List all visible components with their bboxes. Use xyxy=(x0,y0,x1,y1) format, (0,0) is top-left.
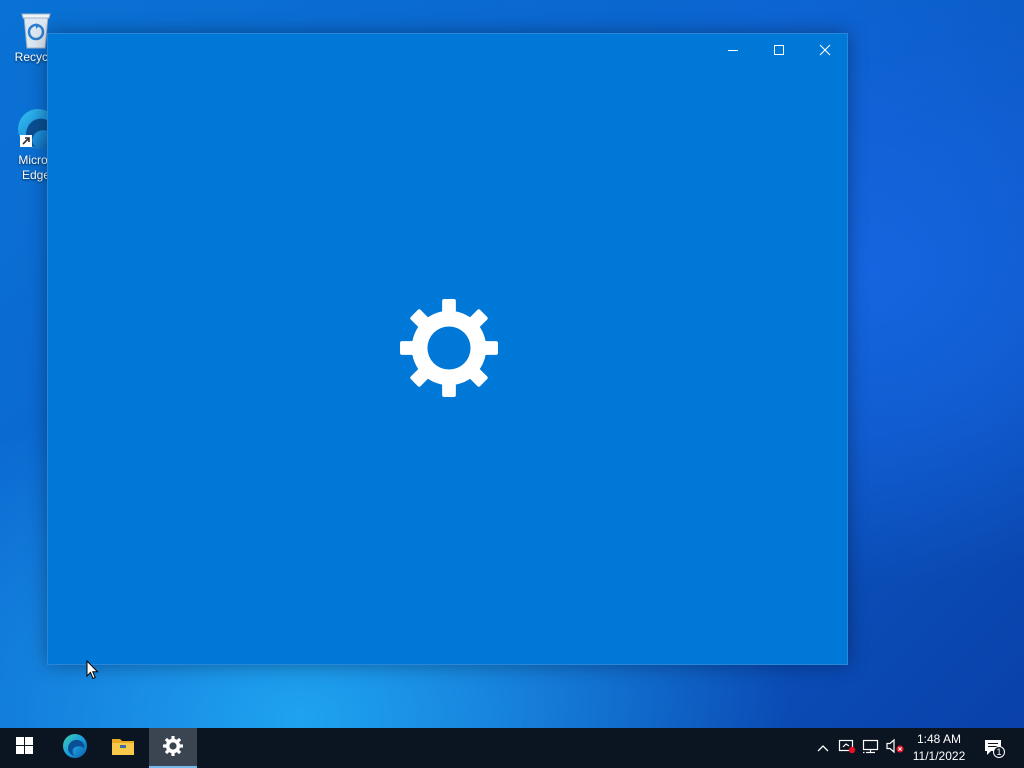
close-button[interactable] xyxy=(802,34,848,66)
close-icon xyxy=(819,44,831,56)
minimize-button[interactable] xyxy=(710,34,756,66)
chevron-up-icon xyxy=(817,739,829,757)
volume-muted-icon xyxy=(885,738,905,759)
tray-security-button[interactable] xyxy=(836,736,858,760)
minimize-icon xyxy=(727,44,739,56)
taskbar-clock[interactable]: 1:48 AM 11/1/2022 xyxy=(905,731,973,765)
security-icon xyxy=(838,738,856,759)
edge-icon xyxy=(62,733,88,764)
maximize-icon xyxy=(773,44,785,56)
maximize-button[interactable] xyxy=(756,34,802,66)
notification-icon: 1 xyxy=(983,738,1005,758)
start-button[interactable] xyxy=(0,728,48,768)
tray-volume-button[interactable] xyxy=(884,736,906,760)
action-center-button[interactable]: 1 xyxy=(982,736,1006,760)
mouse-cursor-icon xyxy=(86,659,100,686)
network-icon xyxy=(862,738,880,759)
taskbar: 1:48 AM 11/1/2022 1 xyxy=(0,728,1024,768)
taskbar-settings-button[interactable] xyxy=(149,728,197,768)
taskbar-file-explorer-button[interactable] xyxy=(99,728,147,768)
windows-logo-icon xyxy=(15,737,33,759)
notification-count: 1 xyxy=(996,747,1002,757)
tray-network-button[interactable] xyxy=(860,736,882,760)
show-hidden-icons-button[interactable] xyxy=(812,736,834,760)
taskbar-edge-button[interactable] xyxy=(51,728,99,768)
settings-window xyxy=(47,33,848,665)
gear-icon xyxy=(400,299,498,397)
clock-time: 1:48 AM xyxy=(916,732,962,746)
gear-icon xyxy=(163,735,183,761)
clock-date: 11/1/2022 xyxy=(912,749,966,763)
folder-icon xyxy=(111,736,135,761)
